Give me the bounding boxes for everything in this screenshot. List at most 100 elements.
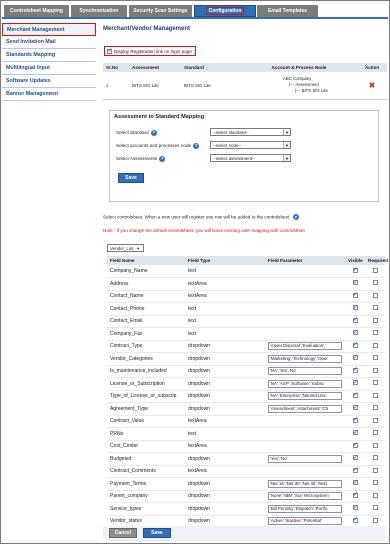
required-checkbox[interactable]: [372, 505, 378, 511]
help-icon[interactable]: ?: [150, 129, 157, 136]
visible-checkbox[interactable]: [352, 391, 358, 398]
field-name-cell: Type_of_License_or_subscrip: [107, 390, 185, 403]
visible-checkbox[interactable]: [352, 429, 358, 436]
required-checkbox[interactable]: [372, 405, 378, 411]
controlsheet-select[interactable]: Vendor_List ▼: [107, 244, 144, 252]
column-header: Assessment: [129, 63, 181, 72]
save-mapping-button[interactable]: Save: [118, 173, 144, 183]
select-standard-label: Select Standard: [116, 130, 149, 135]
visible-checkbox[interactable]: [352, 354, 358, 361]
field-parameter-input[interactable]: 'Asset Disposal','Evaluation',': [268, 342, 342, 351]
field-type-cell: textArea: [185, 415, 265, 428]
required-checkbox[interactable]: [372, 380, 378, 386]
required-checkbox[interactable]: [372, 292, 378, 298]
required-checkbox[interactable]: [372, 342, 378, 348]
required-checkbox[interactable]: [372, 392, 378, 398]
visible-checkbox[interactable]: [352, 466, 358, 473]
visible-checkbox[interactable]: [352, 416, 358, 423]
display-registration-label: Display Registration link on login page: [114, 48, 192, 54]
field-parameter-input[interactable]: 'Marketing','Technology','Oper: [268, 354, 342, 363]
visible-checkbox[interactable]: [352, 504, 358, 511]
help-icon[interactable]: ?: [159, 155, 166, 162]
tab-synchronization[interactable]: Synchronization: [71, 5, 128, 17]
sidebar-item-standards-mapping[interactable]: Standards Mapping: [2, 49, 96, 62]
visible-checkbox[interactable]: [352, 279, 358, 286]
required-checkbox[interactable]: [372, 280, 378, 286]
field-parameter-cell: 'NA','Yes','No': [265, 365, 345, 378]
visible-checkbox[interactable]: [352, 291, 358, 298]
field-type-cell: dropdown: [185, 502, 265, 516]
field-parameter-input[interactable]: 'Net 15','Net 30','Net 45','Net1: [268, 479, 342, 488]
help-icon[interactable]: ?: [193, 142, 200, 149]
delete-icon[interactable]: ✖: [369, 81, 376, 90]
column-header: Required: [365, 256, 388, 265]
save-button[interactable]: Save: [143, 528, 171, 538]
display-registration-checkbox[interactable]: [107, 47, 113, 54]
field-parameter-input[interactable]: 'Bill Printing','Dispatch','Portfo: [268, 504, 342, 513]
visible-cell: [345, 277, 365, 291]
required-checkbox[interactable]: [372, 417, 378, 423]
table-row: Contract_Value textArea: [107, 415, 385, 428]
display-registration-toggle[interactable]: Display Registration link on login page: [104, 46, 196, 56]
visible-cell: [345, 315, 365, 328]
field-parameter-cell: 'Bill Printing','Dispatch','Portfo: [265, 502, 345, 516]
field-parameter-input[interactable]: 'Active','Inactive','Potential': [268, 517, 342, 526]
visible-checkbox[interactable]: [352, 491, 358, 498]
field-parameter-input[interactable]: 'None','IBM','Sun Microsystem: [268, 492, 342, 501]
required-checkbox[interactable]: [372, 267, 378, 273]
field-parameter-input[interactable]: 'NA','Yes','No': [268, 367, 342, 376]
tab-email-templates[interactable]: Email Templates: [257, 5, 319, 17]
visible-cell: [345, 402, 365, 416]
select-assessment-dropdown[interactable]: --select assessment-- ▼: [210, 154, 291, 162]
visible-checkbox[interactable]: [352, 379, 358, 386]
sidebar-item-send-invitation-mail[interactable]: Send Invitation Mail: [2, 36, 96, 49]
table-row: Contract_Type dropdown 'Asset Disposal','E…: [107, 340, 385, 353]
sidebar-item-software-updates[interactable]: Software Updates: [2, 75, 96, 88]
visible-checkbox[interactable]: [352, 454, 358, 461]
tab-security-scan-settings[interactable]: Security Scan Settings: [129, 5, 193, 17]
select-standard-dropdown[interactable]: --select standard-- ▼: [210, 128, 291, 136]
visible-checkbox[interactable]: [352, 516, 358, 523]
select-accounts-label: Select accounts and processes node: [116, 143, 192, 148]
required-checkbox[interactable]: [372, 367, 378, 373]
visible-checkbox[interactable]: [352, 329, 358, 336]
page-title: Merchant/Vendor Management: [103, 26, 191, 32]
visible-checkbox[interactable]: [352, 341, 358, 348]
sidebar-item-banner-management[interactable]: Banner Management: [2, 88, 96, 101]
cancel-button[interactable]: Cancel: [109, 528, 137, 538]
field-parameter-input[interactable]: 'Yes','No': [268, 454, 342, 463]
field-parameter-cell: [265, 427, 345, 441]
tab-configuration-label: Configuration: [205, 7, 245, 15]
visible-checkbox[interactable]: [352, 304, 358, 311]
tab-controlsheet-mapping[interactable]: Controlsheet Mapping: [4, 5, 70, 17]
field-name-cell: Contract_Value: [107, 415, 185, 428]
field-parameter-cell: [265, 290, 345, 303]
required-checkbox[interactable]: [372, 330, 378, 336]
required-checkbox[interactable]: [372, 492, 378, 498]
required-checkbox[interactable]: [372, 355, 378, 361]
tab-configuration[interactable]: Configuration: [194, 5, 256, 17]
field-parameter-input[interactable]: 'NA','ASP','Software','Subsc: [268, 379, 342, 388]
required-checkbox[interactable]: [372, 317, 378, 323]
select-node-dropdown[interactable]: --select node-- ▼: [210, 141, 291, 149]
visible-checkbox[interactable]: [352, 316, 358, 323]
required-checkbox[interactable]: [372, 442, 378, 448]
visible-checkbox[interactable]: [352, 479, 358, 486]
help-icon[interactable]: ?: [292, 214, 299, 220]
visible-checkbox[interactable]: [352, 266, 358, 273]
visible-checkbox[interactable]: [352, 366, 358, 373]
visible-checkbox[interactable]: [352, 404, 358, 411]
required-checkbox[interactable]: [372, 430, 378, 436]
required-checkbox[interactable]: [372, 305, 378, 311]
field-parameter-input[interactable]: 'NA','Enterprise','Named Use: [268, 392, 342, 401]
required-checkbox[interactable]: [372, 517, 378, 523]
controlsheet-info: Select controlsheet. When a new user wil…: [103, 214, 299, 220]
node-cell: ABC Company |--- Assessment |--- BITS SI…: [241, 72, 357, 100]
visible-checkbox[interactable]: [352, 441, 358, 448]
required-checkbox[interactable]: [372, 455, 378, 461]
sidebar-item-merchant-management[interactable]: Merchant Management: [2, 23, 96, 36]
required-checkbox[interactable]: [372, 467, 378, 473]
field-parameter-input[interactable]: 'Amendment','Attachment','Ch: [268, 404, 342, 413]
sidebar-item-multilingual-input[interactable]: Multilingual Input: [2, 62, 96, 75]
required-checkbox[interactable]: [372, 480, 378, 486]
